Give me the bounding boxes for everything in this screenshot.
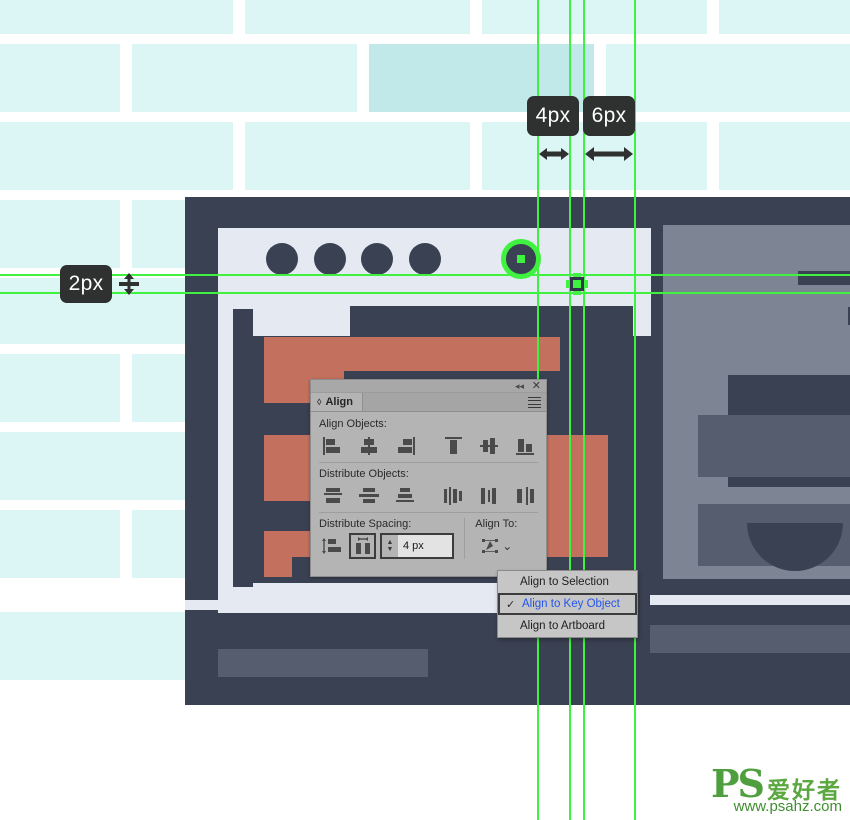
artwork-grey-block <box>663 285 850 307</box>
brick-tile <box>0 354 120 422</box>
vertical-distribute-center-icon[interactable] <box>355 484 382 508</box>
measurement-badge-6px: 6px <box>583 96 635 136</box>
measurement-badge-4px: 4px <box>527 96 579 136</box>
artwork-grey-dark-block <box>698 415 850 477</box>
horizontal-distribute-spacing-icon[interactable] <box>349 533 376 559</box>
selected-object-handle[interactable] <box>501 239 541 279</box>
brick-tile <box>0 510 120 578</box>
horizontal-align-left-icon[interactable] <box>319 434 346 458</box>
horizontal-distribute-center-icon[interactable] <box>475 484 502 508</box>
artwork-bottom-light-band <box>650 595 850 605</box>
panel-body: Align Objects: Distribute Objects: Distr… <box>311 412 546 559</box>
artwork-salmon-block <box>264 531 292 577</box>
panel-bottom-row: Distribute Spacing: ▲ ▼ 4 px Align To: ⌄ <box>319 518 538 559</box>
hamburger-menu-icon[interactable] <box>528 397 541 408</box>
align-panel[interactable]: ◂◂ ✕ ◊ Align Align Objects: Distribute O… <box>310 379 547 577</box>
align-to-dropdown-button[interactable]: ⌄ <box>475 533 517 559</box>
brick-tile <box>25 0 233 34</box>
measurement-badge-6px-label: 6px <box>591 104 627 127</box>
panel-divider <box>319 512 538 513</box>
panel-tab-row: ◊ Align <box>311 393 546 412</box>
brick-tile <box>0 432 25 500</box>
vertical-align-bottom-icon[interactable] <box>511 434 538 458</box>
distribute-objects-row <box>319 483 538 508</box>
measurement-badge-2px: 2px <box>60 265 112 303</box>
brick-tile <box>482 0 707 34</box>
brick-tile <box>0 278 25 344</box>
align-to-dropdown-menu[interactable]: Align to Selection ✓ Align to Key Object… <box>497 570 638 638</box>
brick-tile <box>245 0 470 34</box>
align-to-group: Align To: ⌄ <box>464 518 538 559</box>
measurement-badge-4px-label: 4px <box>535 104 571 127</box>
brick-tile <box>719 0 850 34</box>
artwork-grey-block <box>728 325 850 375</box>
horizontal-distribute-right-icon[interactable] <box>511 484 538 508</box>
vertical-double-arrow-icon <box>119 273 139 295</box>
close-icon[interactable]: ✕ <box>532 380 541 393</box>
brick-tile <box>245 122 470 190</box>
vertical-align-top-icon[interactable] <box>439 434 466 458</box>
brick-tile <box>0 200 120 268</box>
spacing-input[interactable]: 4 px <box>398 535 452 557</box>
align-to-key-object-icon <box>482 539 499 553</box>
artwork-inner-plate <box>233 309 253 587</box>
spacing-stepper[interactable]: ▲ ▼ <box>382 535 398 557</box>
screenshot-canvas: 2px 4px 6px ◂◂ ✕ ◊ Align Align Objects: … <box>0 0 850 820</box>
panel-divider <box>319 462 538 463</box>
align-to-label: Align To: <box>475 518 518 530</box>
brick-tile <box>132 44 357 112</box>
menu-item-align-to-key-object[interactable]: ✓ Align to Key Object <box>498 593 637 615</box>
brick-tile <box>0 0 25 34</box>
align-objects-row <box>319 433 538 458</box>
horizontal-double-arrow-icon <box>539 148 569 160</box>
artwork-right-edge-strip <box>185 600 218 610</box>
menu-item-label: Align to Selection <box>520 576 609 588</box>
check-icon: ✓ <box>506 599 516 611</box>
artwork-salmon-block <box>264 435 311 501</box>
chevron-down-icon[interactable]: ⌄ <box>502 540 512 552</box>
vertical-distribute-top-icon[interactable] <box>319 484 346 508</box>
brick-tile <box>719 122 850 190</box>
spacing-value-field[interactable]: ▲ ▼ 4 px <box>380 533 454 559</box>
horizontal-align-right-icon[interactable] <box>391 434 418 458</box>
artwork-salmon-block <box>344 349 560 371</box>
artwork-dot <box>361 243 393 275</box>
artwork-bottom-band <box>650 625 850 653</box>
collapse-icon[interactable]: ◂◂ <box>515 381 524 392</box>
panel-titlebar[interactable]: ◂◂ ✕ <box>311 380 546 393</box>
menu-item-label: Align to Key Object <box>522 598 620 610</box>
diamond-icon: ◊ <box>317 397 322 407</box>
watermark: PS 爱好者 www.psahz.com <box>711 765 842 815</box>
tab-align-label: Align <box>325 396 353 408</box>
brick-tile <box>0 612 25 680</box>
artwork-dot <box>409 243 441 275</box>
artwork-dot <box>314 243 346 275</box>
measurement-badge-2px-label: 2px <box>68 272 104 295</box>
brick-tile <box>0 44 120 112</box>
menu-item-align-to-selection[interactable]: Align to Selection <box>498 571 637 593</box>
vertical-distribute-spacing-icon[interactable] <box>319 534 345 558</box>
horizontal-align-center-icon[interactable] <box>355 434 382 458</box>
horizontal-distribute-left-icon[interactable] <box>439 484 466 508</box>
brick-tile <box>0 122 25 190</box>
align-objects-label: Align Objects: <box>319 418 387 430</box>
vertical-align-center-icon[interactable] <box>475 434 502 458</box>
stepper-up-icon[interactable]: ▲ <box>387 539 394 546</box>
menu-item-label: Align to Artboard <box>520 620 606 632</box>
brick-tile <box>25 122 233 190</box>
menu-item-align-to-artboard[interactable]: Align to Artboard <box>498 615 637 637</box>
anchor-center-box <box>570 277 584 291</box>
distribute-spacing-controls: ▲ ▼ 4 px <box>319 533 464 559</box>
distribute-spacing-group: Distribute Spacing: ▲ ▼ 4 px <box>319 518 464 559</box>
tab-align[interactable]: ◊ Align <box>311 393 363 411</box>
artwork-dot <box>266 243 298 275</box>
distribute-spacing-label: Distribute Spacing: <box>319 518 412 530</box>
vertical-distribute-bottom-icon[interactable] <box>391 484 418 508</box>
distribute-objects-label: Distribute Objects: <box>319 468 409 480</box>
key-object-anchor-point[interactable] <box>566 273 588 295</box>
artwork-bottom-band <box>218 649 428 677</box>
stepper-down-icon[interactable]: ▼ <box>387 546 394 553</box>
horizontal-double-arrow-icon <box>585 147 633 161</box>
brick-tile <box>606 44 850 112</box>
